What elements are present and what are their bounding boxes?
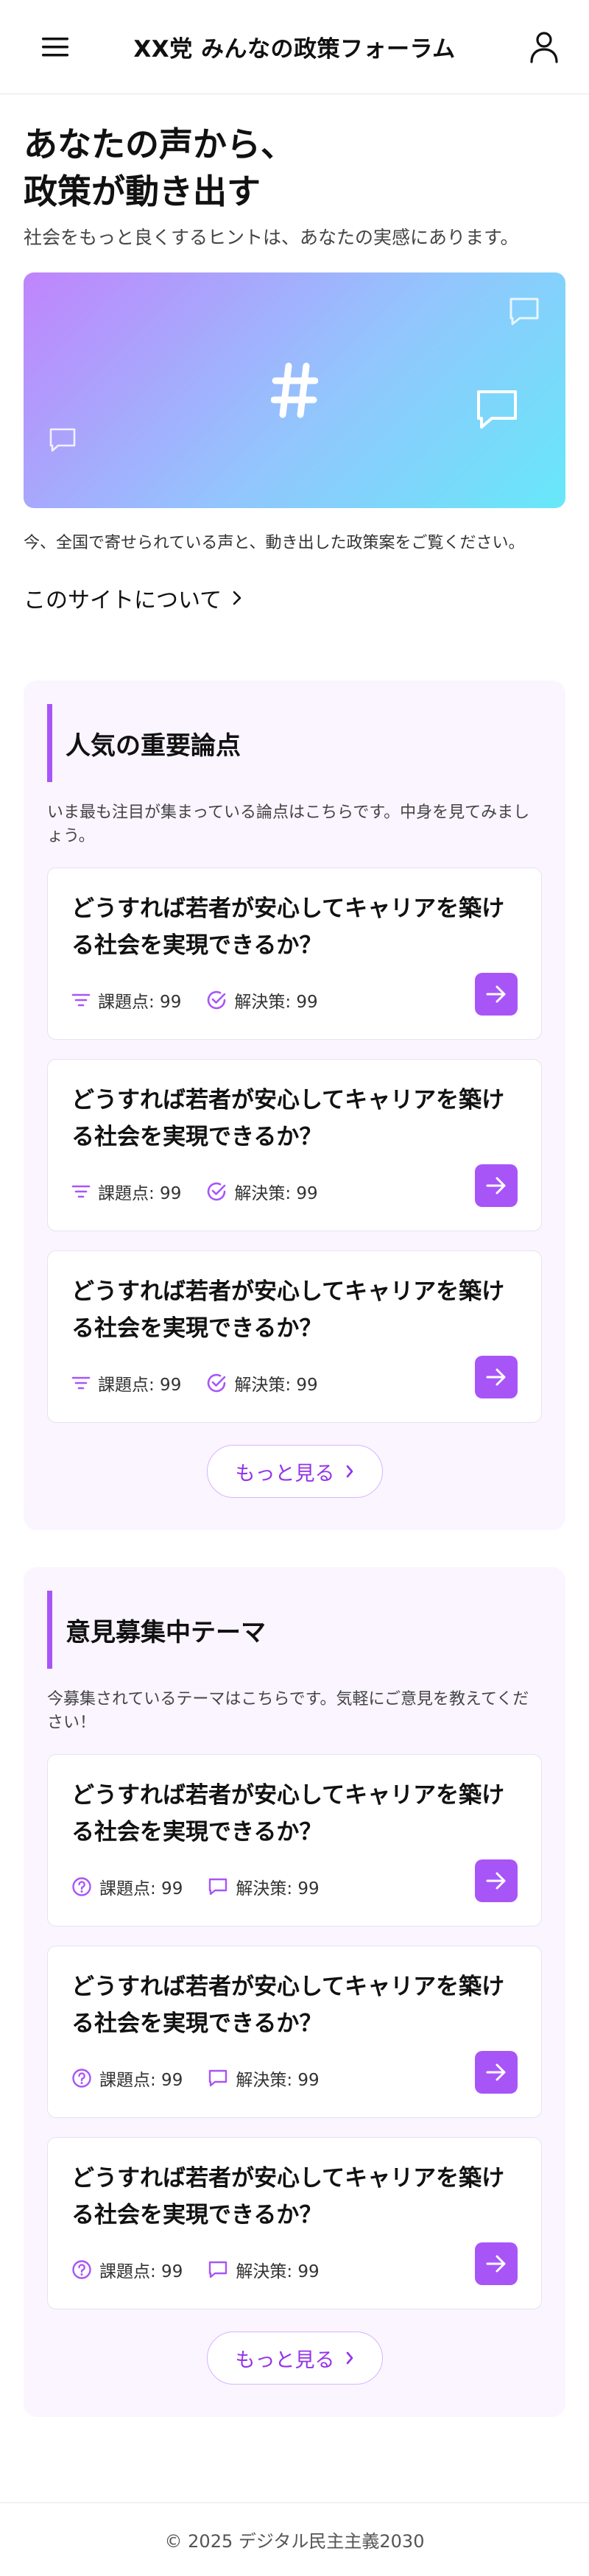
solutions-count: 解決策: 99 bbox=[236, 2071, 320, 2090]
card-meta: 課題点: 99 解決策: 99 bbox=[71, 2257, 320, 2282]
hero-caption: 今、全国で寄せられている声と、動き出した政策案をご覧ください。 bbox=[24, 534, 525, 552]
user-icon bbox=[530, 31, 558, 63]
chevron-right-icon bbox=[233, 591, 241, 605]
solutions-count: 解決策: 99 bbox=[236, 2262, 320, 2281]
open-card-button[interactable] bbox=[475, 2242, 518, 2285]
about-link-label: このサイトについて bbox=[24, 588, 222, 613]
hero-subtitle: 社会をもっと良くするヒントは、あなたの実感にあります。 bbox=[24, 227, 519, 248]
about-link[interactable]: このサイトについて bbox=[24, 582, 242, 614]
question-circle-icon bbox=[72, 1877, 91, 1896]
card-meta: 課題点: 99 解決策: 99 bbox=[71, 2066, 320, 2091]
issues-count: 課題点: 99 bbox=[99, 2262, 183, 2281]
message-square-icon bbox=[209, 1878, 228, 1896]
hero-title: あなたの声から、 政策が動き出す bbox=[24, 121, 565, 215]
section-title: 人気の重要論点 bbox=[47, 704, 542, 782]
hero-title-line1: あなたの声から、 bbox=[24, 124, 294, 164]
card-question: どうすれば若者が安心してキャリアを築ける社会を実現できるか？ bbox=[71, 1782, 505, 1845]
speech-bubble-icon bbox=[477, 390, 517, 429]
issues-count: 課題点: 99 bbox=[98, 993, 182, 1012]
chevron-right-icon bbox=[346, 1465, 353, 1478]
show-more-button[interactable]: もっと見る bbox=[206, 1445, 383, 1498]
hero-title-line2: 政策が動き出す bbox=[24, 172, 261, 211]
message-square-icon bbox=[209, 2261, 228, 2278]
hero-banner bbox=[24, 272, 565, 508]
account-button[interactable] bbox=[526, 29, 562, 66]
footer: © 2025 デジタル民主主義2030 bbox=[0, 2502, 589, 2576]
issues-count: 課題点: 99 bbox=[99, 2071, 183, 2090]
issues-count: 課題点: 99 bbox=[98, 1376, 182, 1395]
card-question: どうすれば若者が安心してキャリアを築ける社会を実現できるか？ bbox=[71, 1278, 505, 1342]
show-more-button[interactable]: もっと見る bbox=[206, 2332, 383, 2385]
check-circle-icon bbox=[208, 990, 226, 1010]
hashtag-icon bbox=[271, 362, 318, 418]
arrow-right-icon bbox=[486, 1177, 506, 1194]
arrow-right-icon bbox=[486, 2063, 506, 2081]
card-question: どうすれば若者が安心してキャリアを築ける社会を実現できるか？ bbox=[71, 1087, 505, 1150]
app-header: XX党 みんなの政策フォーラム bbox=[0, 0, 589, 94]
hamburger-icon bbox=[42, 37, 68, 56]
menu-button[interactable] bbox=[37, 29, 74, 66]
open-card-button[interactable] bbox=[475, 1164, 518, 1207]
filter-icon bbox=[71, 993, 91, 1007]
issue-card[interactable]: どうすれば若者が安心してキャリアを築ける社会を実現できるか？ 課題点: 99 解… bbox=[47, 1250, 542, 1423]
arrow-right-icon bbox=[486, 985, 506, 1003]
arrow-right-icon bbox=[486, 2255, 506, 2273]
section-description: 今募集されているテーマはこちらです。気軽にご意見を教えてください！ bbox=[47, 1690, 529, 1732]
section-title: 意見募集中テーマ bbox=[47, 1591, 542, 1669]
card-meta: 課題点: 99 解決策: 99 bbox=[71, 1179, 318, 1204]
arrow-right-icon bbox=[486, 1872, 506, 1890]
card-meta: 課題点: 99 解決策: 99 bbox=[71, 988, 318, 1013]
filter-icon bbox=[71, 1185, 91, 1198]
open-card-button[interactable] bbox=[475, 1356, 518, 1398]
question-circle-icon bbox=[72, 2069, 91, 2088]
open-card-button[interactable] bbox=[475, 1859, 518, 1902]
check-circle-icon bbox=[208, 1373, 226, 1393]
solutions-count: 解決策: 99 bbox=[234, 993, 318, 1012]
open-themes-section: 意見募集中テーマ 今募集されているテーマはこちらです。気軽にご意見を教えてくださ… bbox=[24, 1567, 565, 2417]
solutions-count: 解決策: 99 bbox=[236, 1879, 320, 1898]
card-meta: 課題点: 99 解決策: 99 bbox=[71, 1874, 320, 1899]
section-description: いま最も注目が集まっている論点はこちらです。中身を見てみましょう。 bbox=[47, 803, 530, 845]
issues-count: 課題点: 99 bbox=[99, 1879, 183, 1898]
theme-card[interactable]: どうすれば若者が安心してキャリアを築ける社会を実現できるか？ 課題点: 99 解… bbox=[47, 1754, 542, 1926]
site-title: XX党 みんなの政策フォーラム bbox=[133, 36, 456, 63]
check-circle-icon bbox=[208, 1182, 226, 1201]
chevron-right-icon bbox=[346, 2351, 353, 2365]
card-question: どうすれば若者が安心してキャリアを築ける社会を実現できるか？ bbox=[71, 2165, 505, 2228]
show-more-label: もっと見る bbox=[235, 2348, 335, 2372]
issue-card[interactable]: どうすれば若者が安心してキャリアを築ける社会を実現できるか？ 課題点: 99 解… bbox=[47, 1059, 542, 1231]
hero-section: あなたの声から、 政策が動き出す 社会をもっと良くするヒントは、あなたの実感にあ… bbox=[0, 94, 589, 614]
arrow-right-icon bbox=[486, 1368, 506, 1386]
speech-bubble-icon bbox=[509, 298, 539, 325]
card-meta: 課題点: 99 解決策: 99 bbox=[71, 1370, 318, 1396]
theme-card[interactable]: どうすれば若者が安心してキャリアを築ける社会を実現できるか？ 課題点: 99 解… bbox=[47, 1946, 542, 2118]
issues-count: 課題点: 99 bbox=[98, 1184, 182, 1203]
open-card-button[interactable] bbox=[475, 2051, 518, 2094]
popular-issues-section: 人気の重要論点 いま最も注目が集まっている論点はこちらです。中身を見てみましょう… bbox=[24, 680, 565, 1530]
show-more-label: もっと見る bbox=[235, 1462, 335, 1485]
solutions-count: 解決策: 99 bbox=[234, 1184, 318, 1203]
card-question: どうすれば若者が安心してキャリアを築ける社会を実現できるか？ bbox=[71, 1974, 505, 2037]
open-card-button[interactable] bbox=[475, 973, 518, 1016]
issue-card[interactable]: どうすれば若者が安心してキャリアを築ける社会を実現できるか？ 課題点: 99 解… bbox=[47, 868, 542, 1040]
filter-icon bbox=[71, 1376, 91, 1390]
speech-bubble-icon bbox=[49, 428, 76, 452]
solutions-count: 解決策: 99 bbox=[234, 1376, 318, 1395]
question-circle-icon bbox=[72, 2260, 91, 2279]
card-question: どうすれば若者が安心してキャリアを築ける社会を実現できるか？ bbox=[71, 895, 505, 959]
theme-card[interactable]: どうすれば若者が安心してキャリアを築ける社会を実現できるか？ 課題点: 99 解… bbox=[47, 2137, 542, 2309]
copyright-text: © 2025 デジタル民主主義2030 bbox=[164, 2531, 425, 2552]
message-square-icon bbox=[209, 2069, 228, 2087]
